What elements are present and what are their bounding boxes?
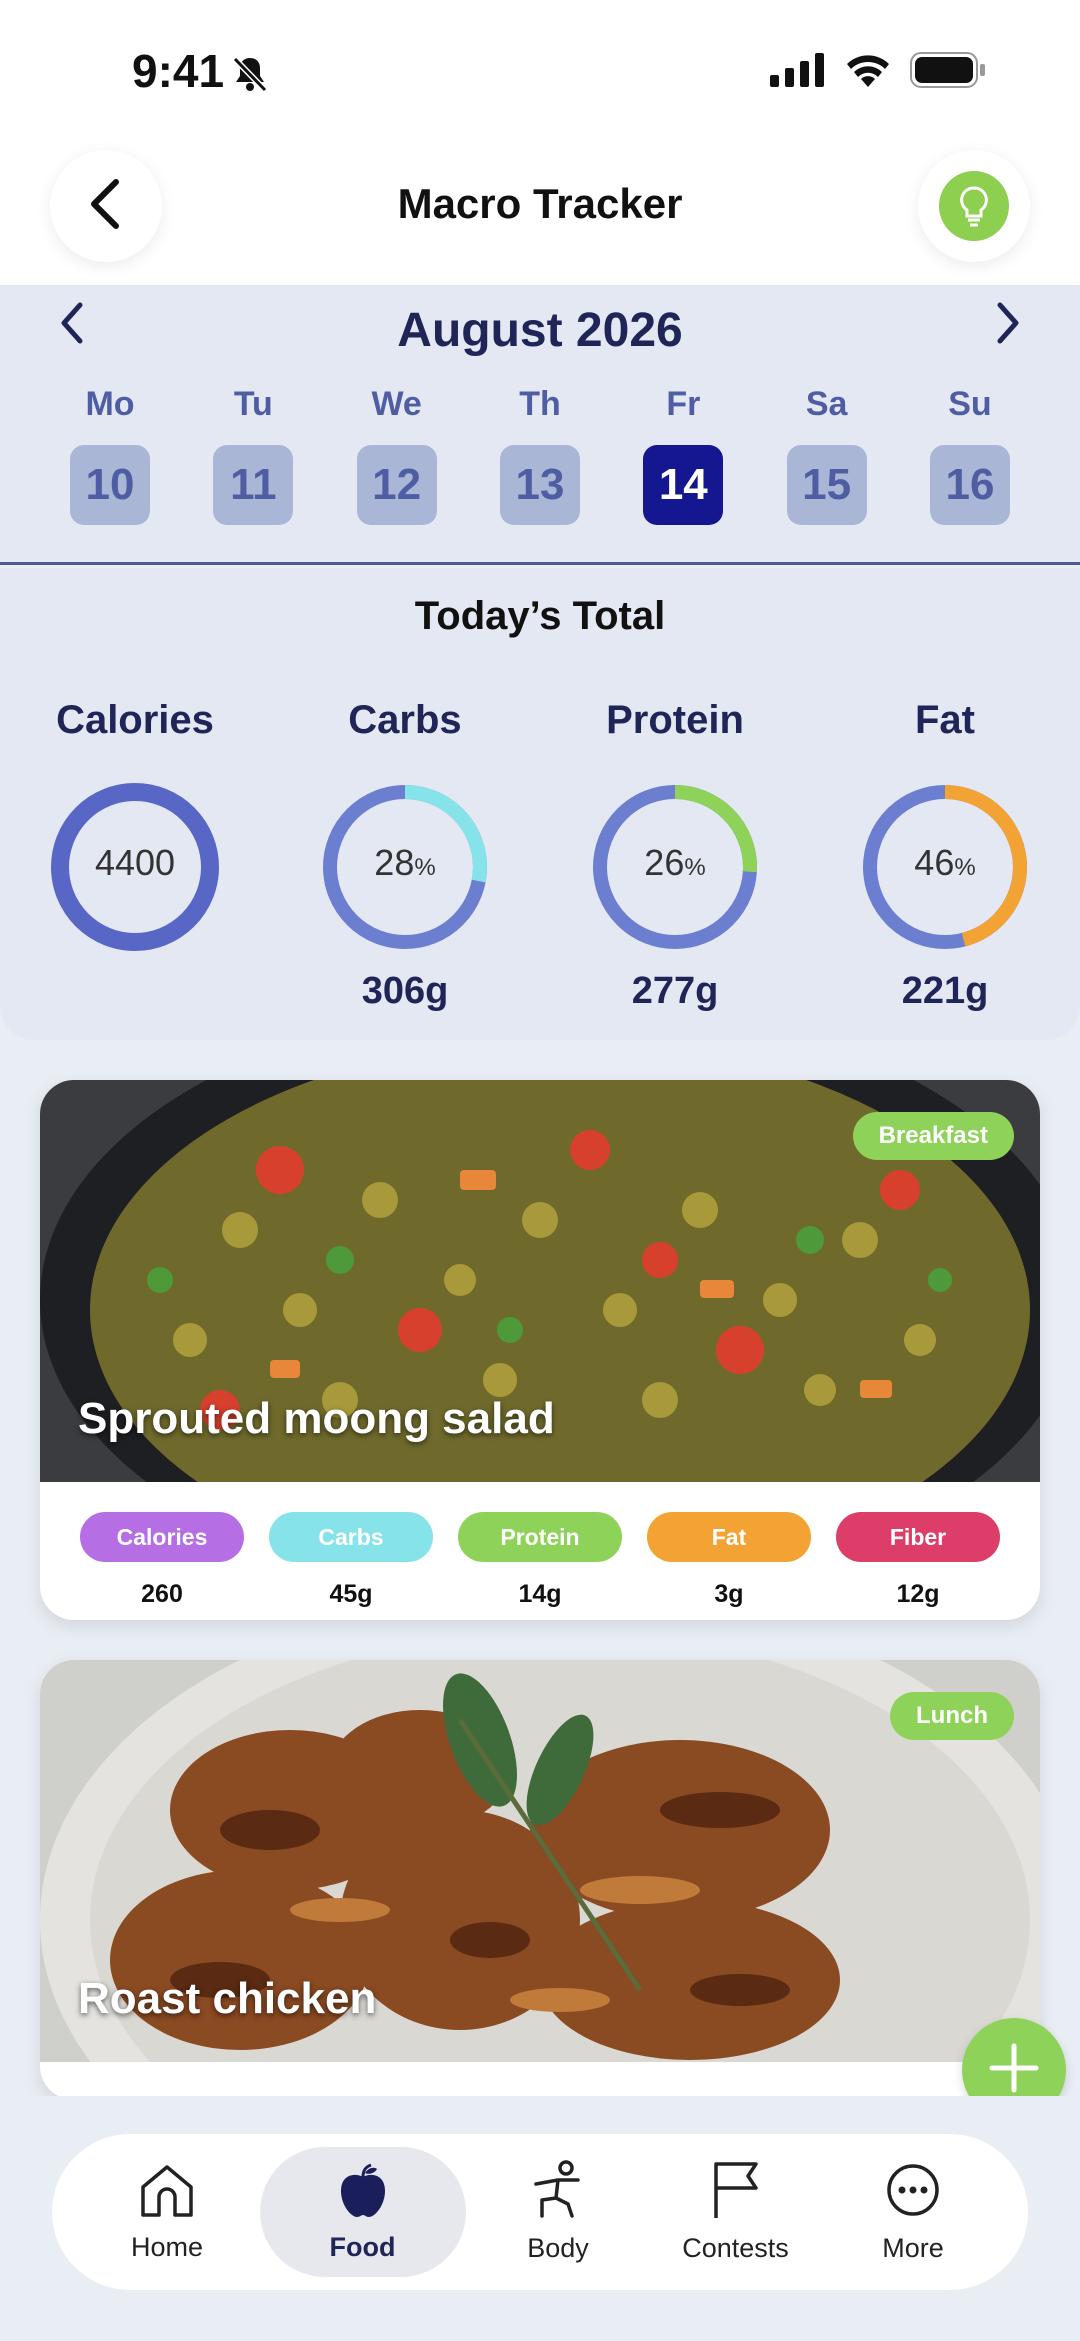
tab-label: Body: [527, 2233, 589, 2263]
calories-summary: Calories 4400: [20, 698, 250, 954]
day-tu[interactable]: Tu 11: [213, 385, 294, 525]
protein-summary: Protein 26% 277g: [560, 698, 790, 1013]
meal-type-badge: Lunch: [890, 1692, 1014, 1740]
top-nav-bar: Macro Tracker: [0, 140, 1080, 285]
meal-name: Sprouted moong salad: [78, 1394, 555, 1443]
day-we[interactable]: We 12: [356, 385, 437, 525]
status-time: 9:41: [132, 45, 225, 97]
month-label: August 2026: [397, 304, 683, 357]
status-bar: 9:41: [0, 0, 1080, 140]
nutrient-value: 14g: [518, 1580, 562, 1608]
nutrient-list: Calories 260 Carbs 45g Protein 14g Fat 3g Fi…: [40, 1482, 1040, 1609]
nutrient-protein: Protein 14g: [458, 1512, 622, 1609]
carbs-label: Carbs: [348, 698, 462, 742]
day-name: Fr: [666, 385, 701, 423]
fat-ring: 46%: [858, 780, 1032, 954]
fat-percent: 46%: [914, 842, 976, 883]
day-fr[interactable]: Fr 14: [643, 385, 724, 525]
meal-name: Roast chicken: [78, 1974, 377, 2023]
day-number[interactable]: 16: [929, 445, 1010, 525]
next-week-button[interactable]: [994, 299, 1024, 352]
protein-ring: 26%: [588, 780, 762, 954]
day-th[interactable]: Th 13: [499, 385, 580, 525]
fat-label: Fat: [915, 698, 975, 742]
battery-icon: [910, 52, 986, 93]
nutrient-value: 260: [141, 1580, 183, 1608]
day-name: Th: [519, 385, 561, 423]
day-mo[interactable]: Mo 10: [70, 385, 150, 525]
day-number[interactable]: 10: [70, 445, 150, 525]
nutrient-pill: Protein: [458, 1512, 622, 1562]
day-number-selected[interactable]: 14: [643, 445, 724, 525]
day-sa[interactable]: Sa 15: [786, 385, 867, 525]
meal-photo: Breakfast Sprouted moong salad: [40, 1080, 1040, 1482]
signal-icon: [770, 53, 826, 92]
carbs-grams: 306g: [361, 970, 449, 1012]
protein-percent: 26%: [644, 842, 706, 883]
tab-label: Food: [329, 2232, 396, 2262]
calories-value: 4400: [94, 842, 176, 883]
day-name: Tu: [233, 385, 273, 423]
nutrient-value: 45g: [329, 1580, 373, 1608]
nutrient-fiber: Fiber 12g: [836, 1512, 1000, 1609]
home-icon: [137, 2161, 197, 2224]
more-icon: [883, 2160, 943, 2225]
nutrient-calories: Calories 260: [80, 1512, 244, 1609]
tips-button[interactable]: [918, 150, 1030, 262]
day-name: Sa: [805, 385, 848, 423]
protein-label: Protein: [606, 698, 744, 742]
nutrient-pill: Carbs: [269, 1512, 433, 1562]
nutrient-pill: Calories: [80, 1512, 244, 1562]
nutrient-pill: Fat: [647, 1512, 811, 1562]
tab-food[interactable]: Food: [259, 2147, 466, 2277]
tab-contests[interactable]: Contests: [651, 2147, 821, 2277]
day-su[interactable]: Su 16: [929, 385, 1010, 525]
lightbulb-icon: [939, 171, 1009, 241]
wifi-icon: [844, 53, 892, 92]
bell-muted-icon: [230, 54, 270, 99]
tab-label: More: [882, 2233, 944, 2263]
fat-grams: 221g: [901, 970, 989, 1012]
carbs-ring: 28%: [318, 780, 492, 954]
fat-summary: Fat 46% 221g: [830, 698, 1060, 1013]
protein-grams: 277g: [631, 970, 719, 1012]
plus-icon: [986, 2040, 1042, 2101]
apple-icon: [333, 2161, 393, 2224]
day-number[interactable]: 15: [786, 445, 867, 525]
meal-card[interactable]: Lunch Roast chicken: [40, 1660, 1040, 2100]
tab-label: Home: [130, 2232, 204, 2262]
day-name: Mo: [85, 385, 135, 423]
day-name: We: [371, 385, 422, 423]
body-icon: [528, 2160, 588, 2225]
meal-type-badge: Breakfast: [852, 1112, 1014, 1160]
calories-label: Calories: [56, 698, 214, 742]
day-selector: Mo 10 Tu 11 We 12 Th 13 Fr 14 Sa 15 Su 16: [70, 385, 1010, 525]
day-number[interactable]: 13: [499, 445, 580, 525]
day-number[interactable]: 12: [356, 445, 437, 525]
tab-body[interactable]: Body: [473, 2147, 643, 2277]
meal-photo: Lunch Roast chicken: [40, 1660, 1040, 2062]
meal-card[interactable]: Breakfast Sprouted moong salad Calories 2…: [40, 1080, 1040, 1620]
carbs-percent: 28%: [374, 842, 436, 883]
nutrient-carbs: Carbs 45g: [269, 1512, 433, 1609]
week-calendar: August 2026 Mo 10 Tu 11 We 12 Th 13 Fr 14 Sa 1…: [0, 285, 1080, 565]
nutrient-fat: Fat 3g: [647, 1512, 811, 1609]
day-number[interactable]: 11: [213, 445, 294, 525]
flag-icon: [706, 2160, 766, 2225]
nutrient-value: 12g: [896, 1580, 940, 1608]
tab-more[interactable]: More: [828, 2147, 998, 2277]
day-name: Su: [948, 385, 992, 423]
bottom-tab-bar: Home Food Body Contests More: [52, 2134, 1028, 2290]
carbs-summary: Carbs 28% 306g: [290, 698, 520, 1013]
tab-label: Contests: [682, 2233, 789, 2263]
nutrient-pill: Fiber: [836, 1512, 1000, 1562]
nutrient-value: 3g: [714, 1580, 744, 1608]
totals-title: Today’s Total: [414, 594, 666, 638]
calories-ring: 4400: [48, 780, 222, 954]
todays-total-panel: Today’s Total Calories 4400 Carbs 28% 30…: [0, 568, 1080, 1040]
tab-home[interactable]: Home: [82, 2147, 252, 2277]
